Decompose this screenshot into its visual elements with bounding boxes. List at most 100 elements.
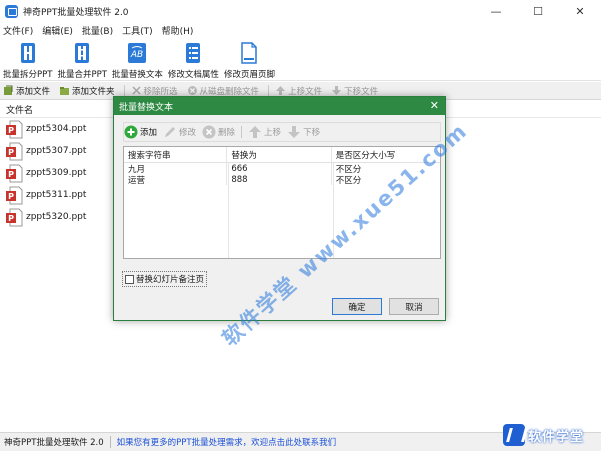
ppt-file-icon: P <box>6 120 23 139</box>
search-string-cell: 九月 <box>124 163 228 175</box>
merge-ppt-button[interactable]: 批量合并PPT <box>57 39 107 80</box>
file-name: zppt5311.ppt <box>26 190 87 200</box>
delete-from-disk-label: 从磁盘删除文件 <box>199 86 260 97</box>
dialog-title: 批量替换文本 <box>119 102 174 113</box>
move-up-label: 上移文件 <box>288 86 323 97</box>
corner-logo: 软件学堂 <box>503 424 584 446</box>
edit-rule-button[interactable]: 修改 <box>163 125 196 139</box>
split-ppt-label: 批量拆分PPT <box>3 70 53 80</box>
replace-text-label: 批量替换文本 <box>111 70 163 80</box>
pencil-icon <box>163 125 177 139</box>
main-toolbar: 批量拆分PPT 批量合并PPT AB 批量替换文本 修改文档属性 修改页眉页脚 <box>0 39 601 81</box>
contact-link[interactable]: 如果您有更多的PPT批量处理需求，欢迎点击此处联系我们 <box>117 436 336 448</box>
file-name: zppt5307.ppt <box>26 146 87 156</box>
ppt-file-icon: P <box>6 164 23 183</box>
toolbar-separator <box>241 126 243 138</box>
maximize-button[interactable]: ☐ <box>517 0 559 22</box>
replace-text-icon: AB <box>126 41 148 65</box>
move-down-button[interactable]: 下移文件 <box>331 85 378 97</box>
menu-tools[interactable]: 工具(T) <box>122 24 153 37</box>
add-rule-button[interactable]: 添加 <box>124 125 157 139</box>
menu-batch[interactable]: 批量(B) <box>82 24 113 37</box>
remove-selected-button[interactable]: 移除所选 <box>131 85 178 97</box>
ppt-file-icon: P <box>6 186 23 205</box>
svg-text:P: P <box>8 126 14 135</box>
remove-selected-label: 移除所选 <box>143 86 178 97</box>
svg-text:P: P <box>8 192 14 201</box>
toolbar-separator <box>123 84 125 97</box>
replace-text-button[interactable]: AB 批量替换文本 <box>112 39 163 80</box>
merge-ppt-label: 批量合并PPT <box>57 70 107 80</box>
split-ppt-button[interactable]: 批量拆分PPT <box>3 39 52 80</box>
menu-file[interactable]: 文件(F) <box>3 24 33 37</box>
move-rule-down-label: 下移 <box>303 128 321 138</box>
window-title: 神奇PPT批量处理软件 2.0 <box>23 7 129 18</box>
close-button[interactable]: ✕ <box>559 0 601 22</box>
delete-rule-button[interactable]: 删除 <box>202 125 235 139</box>
delete-icon <box>187 85 198 96</box>
app-icon <box>5 4 18 18</box>
move-rule-up-label: 上移 <box>264 128 282 138</box>
minimize-button[interactable]: — <box>475 0 517 22</box>
toolbar-separator <box>268 84 270 97</box>
move-down-label: 下移文件 <box>344 86 379 97</box>
ok-button[interactable]: 确定 <box>332 298 382 315</box>
status-app-name: 神奇PPT批量处理软件 2.0 <box>4 438 104 448</box>
file-name: zppt5304.ppt <box>26 124 87 134</box>
merge-ppt-icon <box>71 41 93 65</box>
split-ppt-icon <box>17 41 39 65</box>
add-file-icon <box>3 85 14 96</box>
add-folder-label: 添加文件夹 <box>72 86 115 97</box>
arrow-down-icon <box>331 85 342 96</box>
column-search-string[interactable]: 搜索字符串 <box>124 147 228 162</box>
svg-text:AB: AB <box>130 50 143 60</box>
document-properties-button[interactable]: 修改文档属性 <box>168 39 219 80</box>
delete-from-disk-button[interactable]: 从磁盘删除文件 <box>187 85 260 97</box>
search-string-cell: 运营 <box>124 174 228 186</box>
remove-icon <box>131 85 142 96</box>
edit-rule-label: 修改 <box>179 128 197 138</box>
file-name: zppt5309.ppt <box>26 168 87 178</box>
header-footer-label: 修改页眉页脚 <box>223 70 275 80</box>
title-bar: 神奇PPT批量处理软件 2.0 — ☐ ✕ <box>0 0 601 22</box>
menu-bar: 文件(F) 编辑(E) 批量(B) 工具(T) 帮助(H) <box>0 22 601 38</box>
replace-with-cell: 666 <box>227 163 332 174</box>
header-footer-button[interactable]: 修改页眉页脚 <box>224 39 275 80</box>
add-rule-label: 添加 <box>140 128 158 138</box>
move-up-button[interactable]: 上移文件 <box>275 85 322 97</box>
move-rule-down-button[interactable]: 下移 <box>287 125 320 139</box>
svg-text:P: P <box>8 148 14 157</box>
delete-rule-label: 删除 <box>218 128 236 138</box>
header-footer-icon <box>238 41 260 65</box>
replace-with-cell: 888 <box>227 174 332 185</box>
dialog-close-button[interactable]: ✕ <box>430 99 439 112</box>
checkbox-box[interactable] <box>125 274 134 284</box>
ppt-file-icon: P <box>6 142 23 161</box>
file-name: zppt5320.ppt <box>26 212 87 222</box>
svg-text:P: P <box>8 170 14 179</box>
add-icon <box>124 125 138 139</box>
document-properties-label: 修改文档属性 <box>167 70 219 80</box>
status-separator <box>109 436 111 448</box>
dialog-toolbar: 添加 修改 删除 上移 下移 <box>123 122 441 142</box>
column-divider <box>228 163 229 258</box>
table-header: 搜索字符串 替换为 是否区分大小写 <box>124 147 440 163</box>
logo-icon <box>503 424 525 446</box>
arrow-down-icon <box>287 125 301 139</box>
logo-text: 软件学堂 <box>528 429 585 445</box>
add-folder-icon <box>59 85 70 96</box>
menu-help[interactable]: 帮助(H) <box>162 24 194 37</box>
add-file-label: 添加文件 <box>16 86 51 97</box>
replace-notes-checkbox[interactable]: 替换幻灯片备注页 <box>122 271 208 287</box>
cancel-button[interactable]: 取消 <box>389 298 439 315</box>
add-folder-button[interactable]: 添加文件夹 <box>59 85 115 97</box>
svg-text:P: P <box>8 214 14 223</box>
window-controls: — ☐ ✕ <box>475 0 601 22</box>
ppt-file-icon: P <box>6 208 23 227</box>
document-properties-icon <box>182 41 204 65</box>
menu-edit[interactable]: 编辑(E) <box>42 24 73 37</box>
column-replace-with[interactable]: 替换为 <box>227 147 332 162</box>
arrow-up-icon <box>248 125 262 139</box>
move-rule-up-button[interactable]: 上移 <box>248 125 281 139</box>
add-file-button[interactable]: 添加文件 <box>3 85 50 97</box>
